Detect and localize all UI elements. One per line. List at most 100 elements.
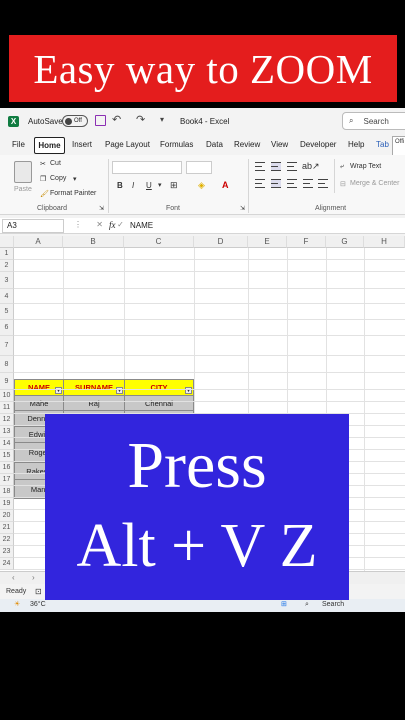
undo-icon[interactable]: ↶ — [112, 113, 121, 126]
row-header[interactable]: 10 — [0, 390, 14, 402]
row-header[interactable]: 19 — [0, 498, 14, 510]
align-center-icon[interactable] — [271, 179, 281, 188]
bold-button[interactable]: B — [117, 181, 123, 190]
row-header[interactable]: 6 — [0, 320, 14, 336]
row-header[interactable]: 3 — [0, 272, 14, 289]
font-group-label: Font — [166, 205, 181, 212]
align-left-icon[interactable] — [255, 179, 265, 188]
tab-file[interactable]: File — [12, 140, 25, 149]
underline-dropdown-icon[interactable]: ▾ — [158, 181, 162, 189]
fill-color-icon[interactable]: ◈ — [198, 180, 205, 191]
save-icon[interactable] — [95, 115, 106, 126]
row-header[interactable]: 18 — [0, 486, 14, 498]
tab-view[interactable]: View — [271, 140, 288, 149]
search-box[interactable]: ⌕ Search — [342, 112, 405, 130]
table-cell[interactable]: Mahe — [14, 395, 64, 411]
tab-insert[interactable]: Insert — [72, 140, 92, 149]
row-header[interactable]: 7 — [0, 336, 14, 356]
autosave-toggle[interactable]: Off — [62, 115, 88, 127]
tab-page-layout[interactable]: Page Layout — [105, 140, 150, 149]
quick-access-more-icon[interactable]: ▾ — [160, 115, 164, 124]
column-header[interactable]: D — [194, 236, 248, 248]
tab-data[interactable]: Data — [206, 140, 223, 149]
row-header[interactable]: 2 — [0, 260, 14, 272]
cut-button[interactable]: Cut — [50, 160, 61, 167]
row-header[interactable]: 11 — [0, 402, 14, 414]
orientation-icon[interactable]: ab↗ — [302, 161, 320, 172]
tab-formulas[interactable]: Formulas — [160, 140, 193, 149]
row-header[interactable]: 24 — [0, 558, 14, 570]
paste-icon[interactable] — [14, 161, 32, 183]
column-header[interactable]: E — [248, 236, 287, 248]
redo-icon[interactable]: ↷ — [136, 113, 145, 126]
row-header[interactable]: 21 — [0, 522, 14, 534]
tab-home[interactable]: Home — [34, 137, 65, 154]
row-header[interactable]: 12 — [0, 414, 14, 426]
table-cell[interactable]: Raj — [63, 395, 125, 411]
align-top-icon[interactable] — [255, 162, 265, 171]
prev-sheet-icon[interactable]: ‹ — [12, 573, 15, 582]
column-header[interactable]: F — [287, 236, 326, 248]
borders-icon[interactable]: ⊞ — [170, 180, 178, 191]
decrease-indent-icon[interactable] — [303, 179, 313, 188]
next-sheet-icon[interactable]: › — [32, 573, 35, 582]
row-header[interactable]: 14 — [0, 438, 14, 450]
taskbar-search[interactable]: Search — [322, 601, 344, 608]
tab-help[interactable]: Help — [348, 140, 364, 149]
format-painter-button[interactable]: Format Painter — [50, 190, 96, 197]
row-header[interactable]: 20 — [0, 510, 14, 522]
column-header[interactable]: C — [124, 236, 194, 248]
increase-indent-icon[interactable] — [318, 179, 328, 188]
row-header[interactable]: 16 — [0, 462, 14, 474]
column-header[interactable]: B — [63, 236, 124, 248]
font-size-select[interactable] — [186, 161, 212, 174]
table-header-surname[interactable]: SURNAME ▾ — [63, 379, 125, 396]
tab-table[interactable]: Tab — [376, 140, 389, 149]
table-cell[interactable]: Chennai — [124, 395, 194, 411]
font-launcher-icon[interactable]: ⇲ — [240, 205, 245, 212]
row-header[interactable]: 5 — [0, 304, 14, 320]
column-header[interactable]: G — [326, 236, 364, 248]
gridline — [14, 303, 405, 304]
align-right-icon[interactable] — [287, 179, 297, 188]
alignment-group-label: Alignment — [315, 205, 347, 212]
copy-button[interactable]: Copy — [50, 175, 66, 182]
row-header[interactable]: 1 — [0, 248, 14, 260]
weather-icon[interactable]: ☀ — [14, 600, 20, 608]
gridline — [14, 335, 405, 336]
tab-developer[interactable]: Developer — [300, 140, 336, 149]
fx-icon[interactable]: fx — [109, 220, 116, 230]
row-header[interactable]: 13 — [0, 426, 14, 438]
font-name-select[interactable] — [112, 161, 182, 174]
row-header[interactable]: 23 — [0, 546, 14, 558]
clipboard-launcher-icon[interactable]: ⇲ — [99, 205, 104, 212]
row-header[interactable]: 22 — [0, 534, 14, 546]
row-header[interactable]: 17 — [0, 474, 14, 486]
row-header[interactable]: 8 — [0, 356, 14, 373]
formula-input[interactable]: NAME — [130, 221, 153, 230]
align-middle-icon[interactable] — [271, 162, 281, 171]
align-bottom-icon[interactable] — [287, 162, 297, 171]
wrap-text-icon: ⤶ — [340, 163, 344, 170]
accessibility-icon[interactable]: ⊡ — [35, 587, 42, 596]
tab-review[interactable]: Review — [234, 140, 260, 149]
row-header[interactable]: 9 — [0, 373, 14, 390]
wrap-text-button[interactable]: Wrap Text — [350, 163, 381, 170]
gridline — [14, 271, 405, 272]
column-header[interactable]: A — [14, 236, 63, 248]
copy-dropdown-icon[interactable]: ▾ — [73, 175, 77, 183]
row-header[interactable]: 4 — [0, 289, 14, 304]
underline-button[interactable]: U — [146, 181, 152, 190]
table-header-city[interactable]: CITY ▾ — [124, 379, 194, 396]
name-box[interactable]: A3 — [2, 219, 64, 233]
select-all-corner[interactable] — [0, 236, 14, 248]
column-header[interactable]: H — [364, 236, 405, 248]
font-color-icon[interactable]: A — [222, 180, 229, 190]
taskbar-search-icon[interactable]: ⌕ — [305, 601, 309, 609]
italic-button[interactable]: I — [132, 181, 134, 190]
merge-center-button[interactable]: Merge & Center — [350, 180, 399, 187]
row-header[interactable]: 15 — [0, 450, 14, 462]
table-header-name[interactable]: NAME ▾ — [14, 379, 64, 396]
overlay-press-text: Press — [127, 429, 267, 502]
windows-start-icon[interactable]: ⊞ — [281, 600, 287, 608]
